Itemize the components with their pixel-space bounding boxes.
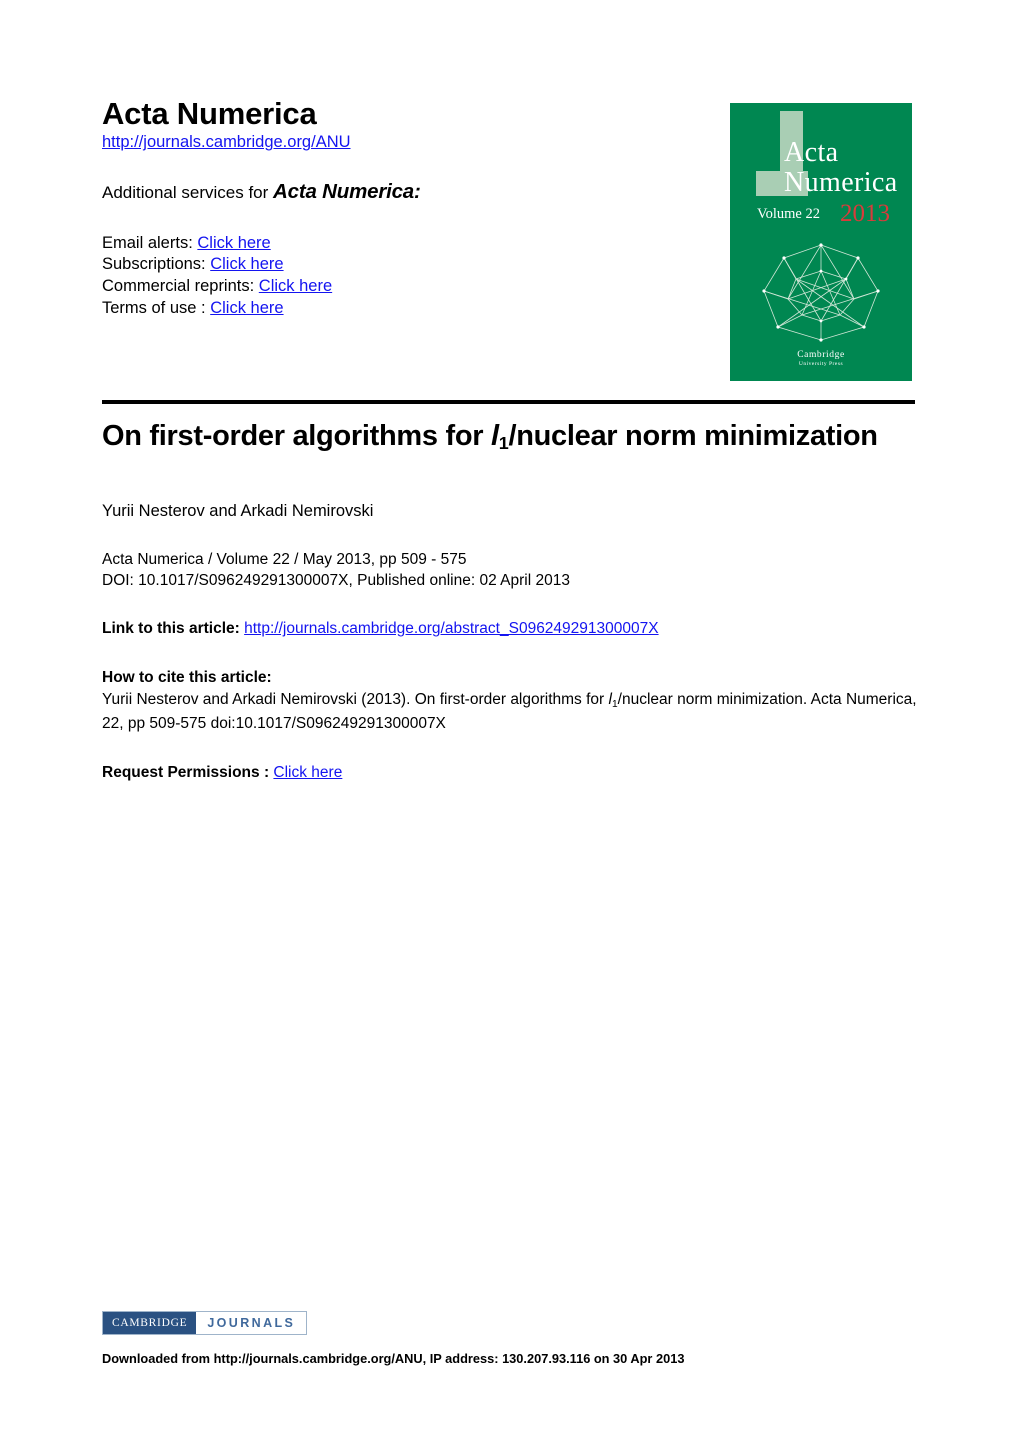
article-title: On first-order algorithms for l1/nuclear…: [102, 420, 932, 453]
article-link-url[interactable]: http://journals.cambridge.org/abstract_S…: [244, 620, 658, 637]
page-footer: Cambridge JOURNALS Downloaded from http:…: [102, 1311, 922, 1368]
service-link-subscriptions[interactable]: Click here: [210, 255, 283, 273]
request-permissions-label: Request Permissions :: [102, 764, 274, 782]
service-label-email-alerts: Email alerts:: [102, 233, 198, 252]
section-divider-rule: [102, 400, 915, 404]
cover-publisher-mark: Cambridge University Press: [730, 350, 912, 367]
request-permissions-row: Request Permissions : Click here: [102, 762, 932, 783]
journal-title: Acta Numerica: [102, 96, 317, 131]
cover-polyhedron-graphic: [762, 243, 880, 342]
additional-services-journal-name: Acta Numerica:: [273, 180, 421, 204]
service-row-terms-of-use: Terms of use : Click here: [102, 298, 702, 320]
how-to-cite-subscript: 1: [611, 698, 618, 710]
service-row-subscriptions: Subscriptions: Click here: [102, 254, 702, 276]
service-row-commercial-reprints: Commercial reprints: Click here: [102, 276, 702, 298]
download-provenance-note: Downloaded from http://journals.cambridg…: [102, 1351, 685, 1366]
logo-cambridge-wordmark: Cambridge: [103, 1312, 197, 1334]
cover-publisher-line1: Cambridge: [797, 349, 845, 360]
article-meta-volume-pages: Acta Numerica / Volume 22 / May 2013, pp…: [102, 551, 467, 569]
how-to-cite-header: How to cite this article:: [102, 669, 272, 687]
cambridge-journals-logo[interactable]: Cambridge JOURNALS: [102, 1311, 308, 1335]
article-block: On first-order algorithms for l1/nuclear…: [102, 420, 932, 783]
cover-title-line2: Numerica: [784, 167, 898, 198]
journal-cover-image: Acta Numerica Volume 22 2013 Cambridge U…: [730, 103, 912, 381]
masthead: Acta Numerica http://journals.cambridge.…: [102, 97, 702, 320]
service-links-list: Email alerts: Click here Subscriptions: …: [102, 233, 702, 320]
how-to-cite-block: How to cite this article: Yurii Nesterov…: [102, 667, 932, 735]
article-meta-doi-published: DOI: 10.1017/S096249291300007X, Publishe…: [102, 572, 570, 590]
article-title-part1: On first-order algorithms for: [102, 420, 491, 452]
article-metadata: Acta Numerica / Volume 22 / May 2013, pp…: [102, 549, 932, 591]
service-link-terms-of-use[interactable]: Click here: [210, 299, 283, 317]
service-row-email-alerts: Email alerts: Click here: [102, 233, 702, 255]
cover-publisher-line2: University Press: [798, 360, 844, 367]
journal-url-link[interactable]: http://journals.cambridge.org/ANU: [102, 132, 351, 153]
article-title-variable: l: [490, 420, 499, 452]
service-label-commercial-reprints: Commercial reprints:: [102, 277, 259, 296]
request-permissions-link[interactable]: Click here: [273, 764, 342, 781]
service-label-terms-of-use: Terms of use :: [102, 299, 211, 318]
document-page: Acta Numerica http://journals.cambridge.…: [0, 0, 1020, 1448]
cover-year-label: 2013: [840, 200, 890, 227]
how-to-cite-part1: Yurii Nesterov and Arkadi Nemirovski (20…: [102, 691, 609, 709]
article-link-label: Link to this article:: [102, 620, 245, 638]
article-title-subscript: 1: [498, 433, 509, 454]
article-title-part2: /nuclear norm minimization: [508, 420, 878, 452]
service-label-subscriptions: Subscriptions:: [102, 255, 211, 274]
logo-journals-wordmark: JOURNALS: [196, 1312, 307, 1334]
additional-services-prefix: Additional services for: [102, 183, 274, 203]
additional-services-heading: Additional services for Acta Numerica:: [102, 180, 702, 205]
article-link-row: Link to this article: http://journals.ca…: [102, 618, 932, 639]
article-authors: Yurii Nesterov and Arkadi Nemirovski: [102, 502, 374, 521]
service-link-commercial-reprints[interactable]: Click here: [259, 277, 332, 295]
cover-title-line1: Acta: [784, 137, 839, 168]
service-link-email-alerts[interactable]: Click here: [197, 234, 270, 252]
cover-volume-label: Volume 22: [757, 206, 820, 222]
